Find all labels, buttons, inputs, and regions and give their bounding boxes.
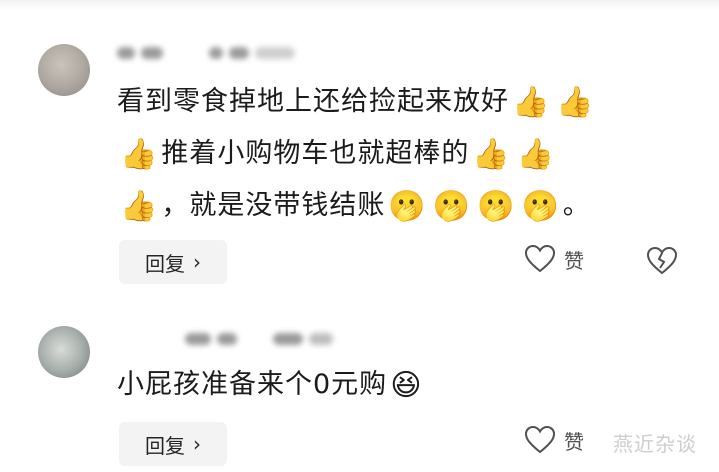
reply-button[interactable]: 回复 › xyxy=(119,422,227,466)
thumbs-up-icon: 👍 xyxy=(120,188,159,224)
comment-text-line: 👍 ，就是没带钱结账 🫢 🫢 🫢 🫢。 xyxy=(117,180,591,232)
comment-text: ，就是没带钱结账 xyxy=(161,190,386,221)
peeking-face-icon: 🫢 xyxy=(477,188,516,224)
like-label: 赞 xyxy=(564,248,584,273)
peeking-face-icon: 🫢 xyxy=(521,188,560,224)
comment-text-tail: 。 xyxy=(562,190,591,221)
avatar[interactable] xyxy=(38,326,90,378)
thumbs-up-icon: 👍 xyxy=(516,136,556,172)
thumbs-up-icon: 👍 xyxy=(556,84,595,120)
reply-label: 回复 xyxy=(145,251,185,276)
username-blurred xyxy=(185,328,333,350)
broken-heart-icon[interactable] xyxy=(646,246,678,276)
like-label: 赞 xyxy=(564,429,584,454)
chevron-right-icon: › xyxy=(193,250,201,274)
comment-text: 推着小购物车也就超棒的 xyxy=(161,138,470,169)
comment-text-line: 看到零食掉地上还给捡起来放好 👍 👍 xyxy=(117,76,598,128)
heart-outline-icon xyxy=(524,425,556,454)
heart-outline-icon xyxy=(524,244,556,273)
thumbs-up-icon: 👍 xyxy=(512,84,551,120)
like-button[interactable]: 赞 xyxy=(524,244,584,274)
comment-text: 看到零食掉地上还给捡起来放好 xyxy=(117,86,509,117)
reply-button[interactable]: 回复 › xyxy=(119,240,227,284)
laughing-face-icon: 😆 xyxy=(390,367,423,403)
comment-text-line: 小屁孩准备来个0元购 😆 xyxy=(117,359,425,411)
comment-text-line: 👍 推着小购物车也就超棒的 👍 👍 xyxy=(117,128,558,180)
comment-text: 小屁孩准备来个0元购 xyxy=(117,369,388,400)
peeking-face-icon: 🫢 xyxy=(432,188,472,224)
username-blurred xyxy=(117,42,295,64)
peeking-face-icon: 🫢 xyxy=(388,188,427,224)
reply-label: 回复 xyxy=(145,433,185,458)
thumbs-up-icon: 👍 xyxy=(472,136,511,172)
previous-item-edge xyxy=(0,0,719,10)
avatar[interactable] xyxy=(38,44,90,96)
chevron-right-icon: › xyxy=(193,432,201,456)
watermark: 燕近杂谈 xyxy=(613,432,697,456)
thumbs-up-icon: 👍 xyxy=(120,136,159,172)
like-button[interactable]: 赞 xyxy=(524,425,584,455)
